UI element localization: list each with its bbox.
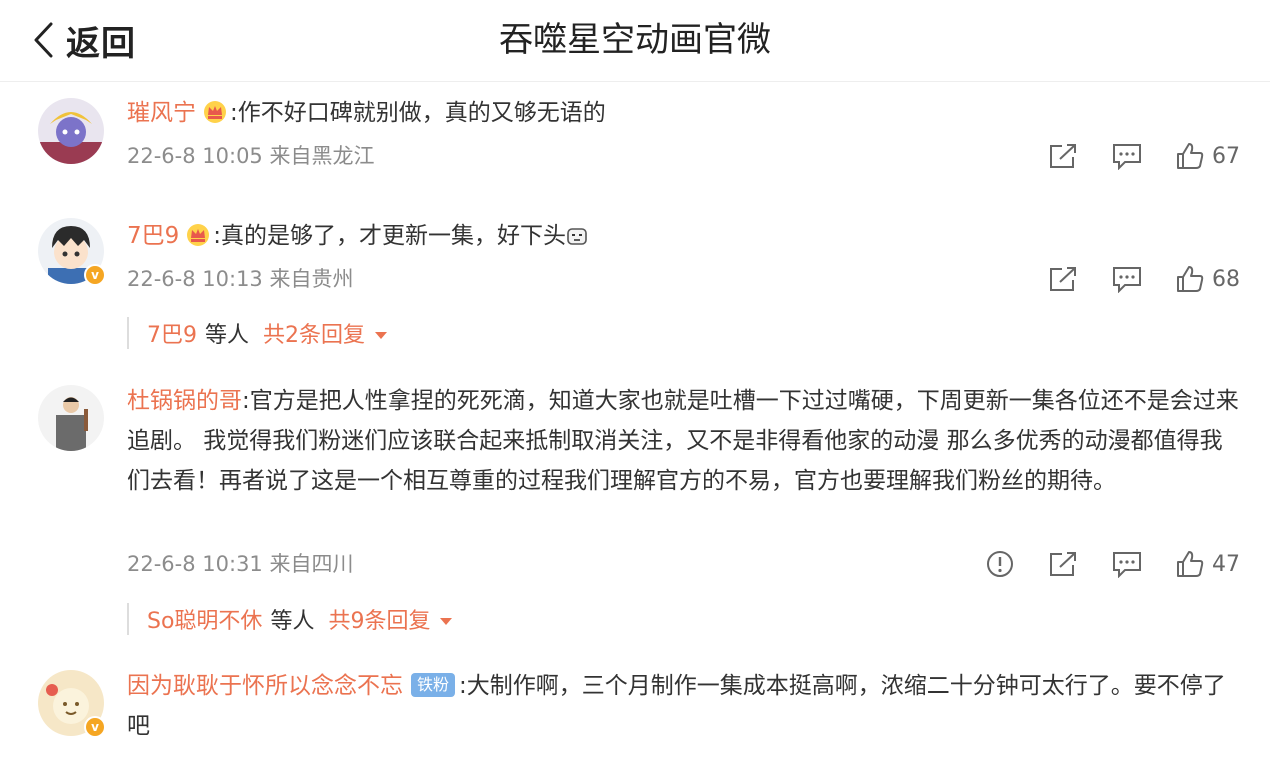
share-button[interactable] <box>1048 550 1078 578</box>
share-button[interactable] <box>1048 265 1078 293</box>
avatar[interactable]: v <box>38 218 106 286</box>
comment-username[interactable]: 7巴9 <box>127 223 179 249</box>
like-button[interactable]: 67 <box>1176 142 1240 170</box>
alert-icon <box>987 551 1013 577</box>
comment-username[interactable]: 杜锅锅的哥 <box>127 388 242 414</box>
comment-meta: 22-6-8 10:13 来自贵州 <box>127 264 353 294</box>
comment-icon <box>1113 552 1141 578</box>
like-count: 47 <box>1212 551 1240 577</box>
fan-badge: 铁粉 <box>411 673 456 697</box>
reply-summary[interactable]: 7巴9 等人 共2条回复 <box>127 317 388 349</box>
thumbs-up-icon <box>1177 551 1204 577</box>
comment-icon <box>1113 144 1141 170</box>
thumbs-up-icon <box>1177 266 1204 292</box>
avatar[interactable]: v <box>38 670 106 738</box>
report-button[interactable] <box>986 550 1014 578</box>
comment-body: :作不好口碑就别做，真的又够无语的 <box>230 100 606 126</box>
reply-username[interactable]: 7巴9 <box>147 317 197 349</box>
share-icon <box>1050 144 1076 168</box>
comment-icon <box>1113 267 1141 293</box>
like-count: 68 <box>1212 266 1240 292</box>
crown-badge-icon <box>202 97 228 137</box>
comment-body: :官方是把人性拿捏的死死滴，知道大家也就是吐槽一下过过嘴硬，下周更新一集各位还不… <box>127 388 1239 494</box>
thumbs-up-icon <box>1177 143 1204 169</box>
crown-badge-icon <box>185 220 211 260</box>
comment-actions: 68 <box>1048 262 1240 296</box>
reply-etc: 等人 <box>270 609 315 634</box>
comment-username[interactable]: 璀风宁 <box>127 100 196 126</box>
like-count: 67 <box>1212 143 1240 169</box>
verified-badge-icon: v <box>84 264 106 286</box>
comment-body: :真的是够了，才更新一集，好下头 <box>213 223 567 249</box>
comment-button[interactable] <box>1112 265 1142 293</box>
share-icon <box>1050 267 1076 291</box>
reply-etc: 等人 <box>205 323 250 348</box>
avatar[interactable] <box>38 385 104 451</box>
share-icon <box>1050 552 1076 576</box>
comment-text: 因为耿耿于怀所以念念不忘 铁粉:大制作啊，三个月制作一集成本挺高啊，浓缩二十分钟可… <box>127 666 1242 746</box>
comment-time: 22-6-8 10:05 <box>127 144 263 168</box>
comment-username[interactable]: 因为耿耿于怀所以念念不忘 <box>127 673 403 699</box>
comment-button[interactable] <box>1112 142 1142 170</box>
comment-meta: 22-6-8 10:31 来自四川 <box>127 549 353 579</box>
like-button[interactable]: 68 <box>1176 265 1240 293</box>
like-button[interactable]: 47 <box>1176 550 1240 578</box>
reply-count[interactable]: 共2条回复 <box>263 317 365 349</box>
reply-summary[interactable]: So聪明不休 等人 共9条回复 <box>127 603 453 635</box>
avatar[interactable] <box>38 98 104 164</box>
comment-actions: 67 <box>1048 139 1240 173</box>
comment-meta: 22-6-8 10:05 来自黑龙江 <box>127 141 374 171</box>
comment-text: 杜锅锅的哥:官方是把人性拿捏的死死滴，知道大家也就是吐槽一下过过嘴硬，下周更新一… <box>127 381 1242 501</box>
comment-location: 来自四川 <box>269 552 354 576</box>
share-button[interactable] <box>1048 142 1078 170</box>
comment-text: 7巴9 :真的是够了，才更新一集，好下头 <box>127 216 1242 260</box>
caret-down-icon <box>375 331 388 339</box>
comment-time: 22-6-8 10:13 <box>127 267 263 291</box>
reply-username[interactable]: So聪明不休 <box>147 603 262 635</box>
top-bar: 返回 吞噬星空动画官微 <box>0 0 1270 82</box>
comment-time: 22-6-8 10:31 <box>127 552 263 576</box>
verified-badge-icon: v <box>84 716 106 738</box>
comment-actions: 47 <box>986 547 1240 581</box>
comment-location: 来自黑龙江 <box>269 144 375 168</box>
speechless-emoji-icon <box>566 219 588 259</box>
comment-location: 来自贵州 <box>269 267 354 291</box>
comment-text: 璀风宁 :作不好口碑就别做，真的又够无语的 <box>127 93 1242 137</box>
page-title: 吞噬星空动画官微 <box>499 20 771 60</box>
comment-button[interactable] <box>1112 550 1142 578</box>
reply-count[interactable]: 共9条回复 <box>328 603 430 635</box>
caret-down-icon <box>440 617 453 625</box>
